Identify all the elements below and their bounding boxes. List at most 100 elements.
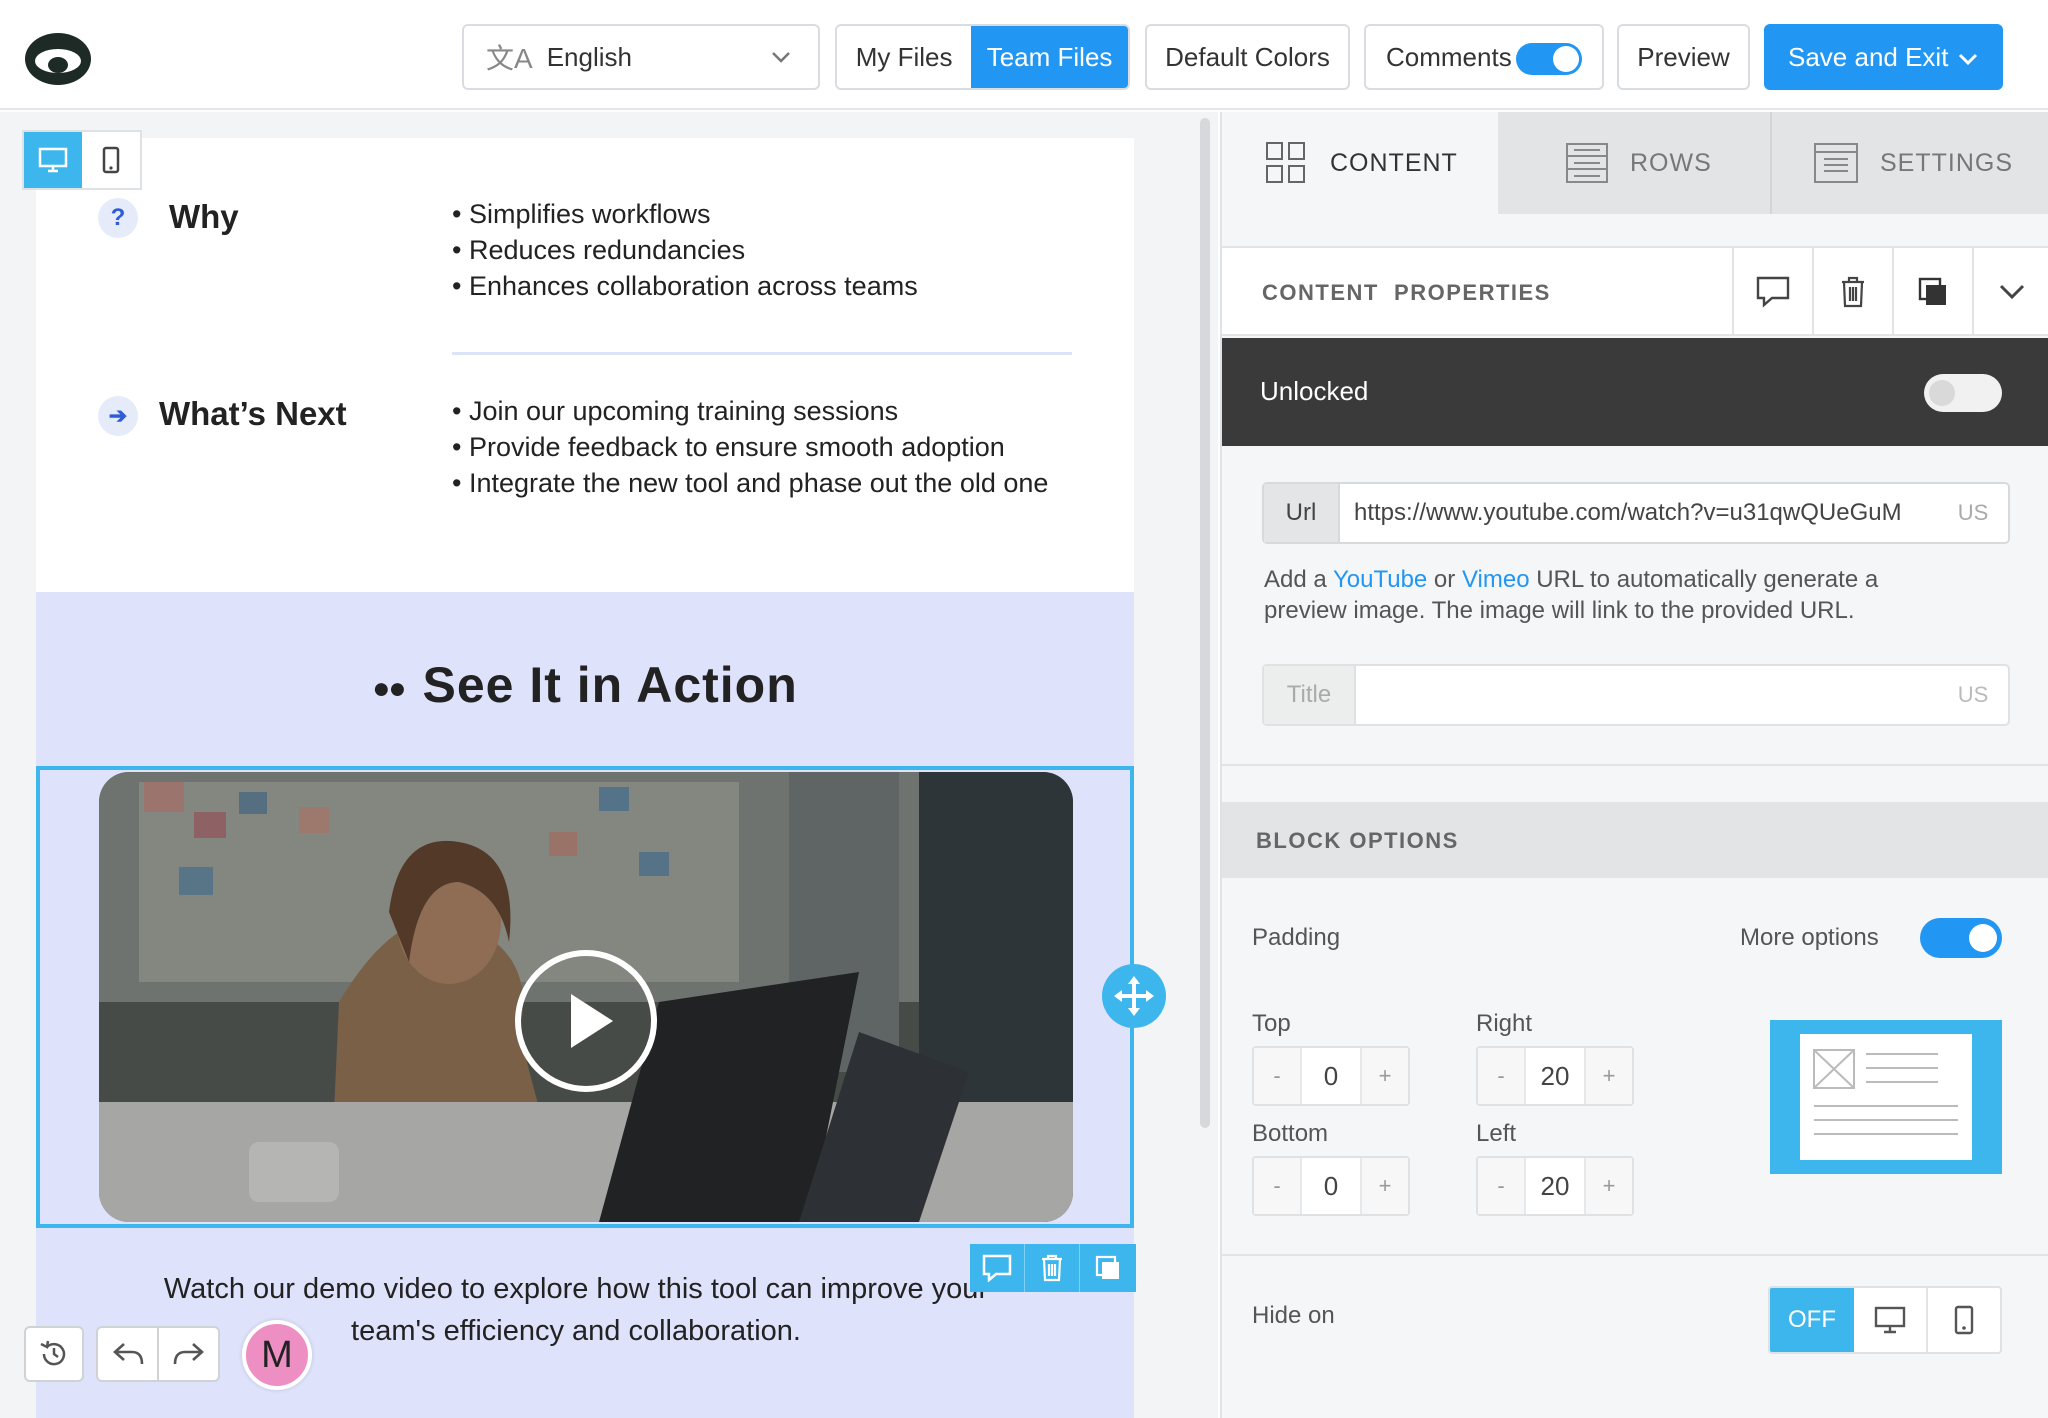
- decrement-button[interactable]: -: [1254, 1158, 1300, 1214]
- device-switch: [22, 130, 142, 190]
- url-lang-badge: US: [1957, 500, 1989, 525]
- switch-knob: [1969, 924, 1997, 952]
- top-toolbar: 文A English My Files Team Files Default C…: [0, 0, 2048, 110]
- desktop-view-icon[interactable]: [24, 132, 82, 188]
- grid-icon: [1266, 142, 1305, 183]
- chevron-down-icon[interactable]: [1957, 46, 1979, 77]
- canvas-scrollbar[interactable]: [1200, 118, 1210, 1128]
- default-colors-button[interactable]: Default Colors: [1145, 24, 1350, 90]
- padding-right-value[interactable]: 20: [1524, 1048, 1586, 1104]
- hide-off-button[interactable]: OFF: [1770, 1288, 1854, 1352]
- move-handle[interactable]: [1102, 964, 1166, 1028]
- block-actions-toolbar: [970, 1244, 1136, 1292]
- decrement-button[interactable]: -: [1478, 1158, 1524, 1214]
- preview-button[interactable]: Preview: [1617, 24, 1750, 90]
- language-select[interactable]: 文A English: [462, 24, 820, 90]
- files-toggle-group: My Files Team Files: [835, 24, 1130, 90]
- language-label: English: [546, 41, 632, 72]
- increment-button[interactable]: +: [1586, 1158, 1632, 1214]
- url-help-text: Add a YouTube or Vimeo URL to automatica…: [1264, 564, 2024, 626]
- lock-label: Unlocked: [1260, 376, 1369, 406]
- more-options-label: More options: [1740, 924, 1879, 951]
- list-item: • Integrate the new tool and phase out t…: [452, 468, 1049, 498]
- list-item: • Join our upcoming training sessions: [452, 396, 899, 426]
- comments-label: Comments: [1386, 41, 1512, 72]
- url-input[interactable]: https://www.youtube.com/watch?v=u31qwQUe…: [1340, 484, 1938, 542]
- app-logo[interactable]: [22, 30, 94, 88]
- my-files-button[interactable]: My Files: [837, 26, 971, 88]
- mobile-view-icon[interactable]: [82, 132, 140, 188]
- padding-left-label: Left: [1476, 1120, 1517, 1147]
- help-suffix: URL to automatically generate a: [1529, 566, 1879, 593]
- why-title: Why: [169, 198, 239, 235]
- hide-on-mobile-icon[interactable]: [1928, 1288, 2000, 1352]
- redo-icon[interactable]: [159, 1328, 218, 1380]
- history-button[interactable]: [24, 1326, 84, 1382]
- switch-knob: [1929, 380, 1955, 406]
- padding-left-value[interactable]: 20: [1524, 1158, 1586, 1214]
- url-label: Url: [1264, 484, 1340, 542]
- list-item: • Simplifies workflows: [452, 199, 711, 229]
- padding-label: Padding: [1252, 924, 1341, 951]
- vimeo-link[interactable]: Vimeo: [1462, 566, 1530, 593]
- trash-icon[interactable]: [1812, 248, 1892, 336]
- padding-preview-icon: [1770, 1020, 2002, 1174]
- tab-content[interactable]: CONTENT: [1222, 112, 1498, 214]
- divider: [452, 352, 1072, 355]
- title-field-group: Title US: [1262, 664, 2010, 726]
- duplicate-icon[interactable]: [1080, 1244, 1136, 1292]
- comment-icon[interactable]: [1732, 248, 1812, 336]
- trash-icon[interactable]: [1025, 1244, 1080, 1292]
- email-body: ? Why • Simplifies workflows • Reduces r…: [36, 138, 1166, 1418]
- list-item: • Reduces redundancies: [452, 235, 746, 265]
- help-prefix: Add a: [1264, 566, 1333, 593]
- lock-toggle[interactable]: [1924, 374, 2002, 412]
- padding-bottom-stepper: - 0 +: [1252, 1156, 1410, 1216]
- comments-switch[interactable]: [1516, 43, 1582, 75]
- action-description: Watch our demo video to explore how this…: [76, 1268, 1076, 1352]
- help-line-2: preview image. The image will link to th…: [1264, 597, 1855, 624]
- title-input[interactable]: [1356, 666, 1938, 724]
- youtube-link[interactable]: YouTube: [1333, 566, 1427, 593]
- tab-settings[interactable]: SETTINGS: [1772, 112, 2048, 214]
- url-field-group: Url https://www.youtube.com/watch?v=u31q…: [1262, 482, 2010, 544]
- why-bullet-list: • Simplifies workflows • Reduces redunda…: [452, 196, 918, 304]
- increment-button[interactable]: +: [1362, 1048, 1408, 1104]
- video-block-selected[interactable]: [36, 766, 1134, 1228]
- play-icon[interactable]: [515, 950, 657, 1092]
- comments-toggle-button[interactable]: Comments: [1364, 24, 1604, 90]
- action-heading-text: See It in Action: [422, 657, 798, 713]
- tab-rows[interactable]: ROWS: [1498, 112, 1772, 214]
- properties-panel: CONTENT ROWS SETTINGS CONTENT PROPERTIES…: [1220, 112, 2048, 1418]
- list-item: • Enhances collaboration across teams: [452, 271, 918, 301]
- padding-top-value[interactable]: 0: [1300, 1048, 1362, 1104]
- chevron-down-icon[interactable]: [1972, 248, 2048, 336]
- comment-icon[interactable]: [970, 1244, 1025, 1292]
- hide-on-label: Hide on: [1252, 1302, 1335, 1329]
- more-options-toggle[interactable]: [1920, 918, 2002, 958]
- arrow-right-icon: ➔: [98, 396, 138, 436]
- tab-settings-label: SETTINGS: [1880, 148, 2014, 177]
- decrement-button[interactable]: -: [1254, 1048, 1300, 1104]
- video-thumbnail[interactable]: [99, 772, 1073, 1222]
- hide-on-desktop-icon[interactable]: [1854, 1288, 1928, 1352]
- save-and-exit-button[interactable]: Save and Exit: [1764, 24, 2003, 90]
- content-properties-bar: CONTENT PROPERTIES: [1222, 246, 2048, 336]
- tab-content-label: CONTENT: [1330, 148, 1458, 177]
- duplicate-icon[interactable]: [1892, 248, 1972, 336]
- whats-next-title: What’s Next: [159, 395, 347, 432]
- padding-bottom-value[interactable]: 0: [1300, 1158, 1362, 1214]
- whats-next-bullet-list: • Join our upcoming training sessions • …: [452, 393, 1048, 501]
- switch-knob: [1553, 46, 1579, 72]
- decrement-button[interactable]: -: [1478, 1048, 1524, 1104]
- avatar[interactable]: M: [242, 1320, 312, 1390]
- team-files-button[interactable]: Team Files: [971, 26, 1128, 88]
- padding-top-label: Top: [1252, 1010, 1291, 1037]
- action-heading: ●● See It in Action: [36, 656, 1134, 714]
- title-label: Title: [1264, 666, 1356, 724]
- title-lang-badge: US: [1957, 682, 1989, 707]
- increment-button[interactable]: +: [1586, 1048, 1632, 1104]
- block-options-title: BLOCK OPTIONS: [1256, 828, 1459, 853]
- undo-icon[interactable]: [98, 1328, 159, 1380]
- increment-button[interactable]: +: [1362, 1158, 1408, 1214]
